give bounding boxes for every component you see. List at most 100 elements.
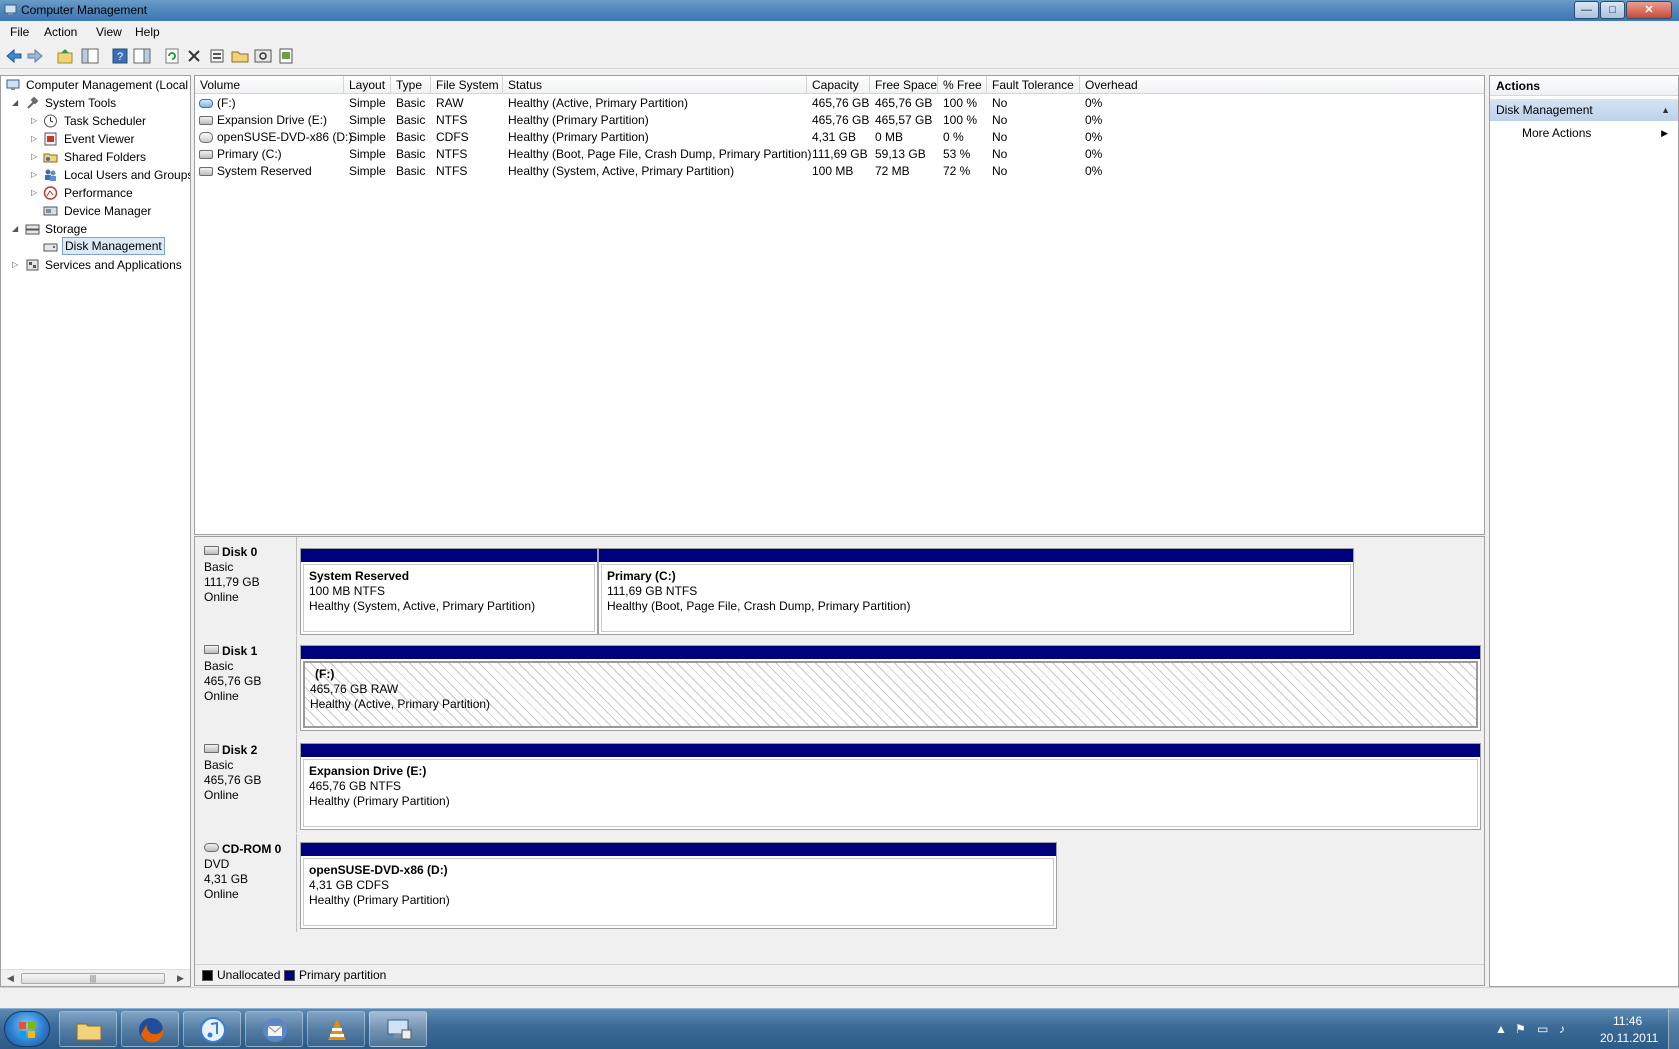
column-header-overhead[interactable]: Overhead — [1080, 76, 1484, 94]
partition-opensuse-d[interactable]: openSUSE-DVD-x86 (D:) 4,31 GB CDFS Healt… — [300, 842, 1057, 929]
expand-icon[interactable]: ▷ — [31, 130, 39, 148]
column-header-fault-tolerance[interactable]: Fault Tolerance — [987, 76, 1080, 94]
cell-status: Healthy (System, Active, Primary Partiti… — [508, 164, 735, 178]
cell-volume: openSUSE-DVD-x86 (D:) — [217, 130, 353, 144]
column-header-layout[interactable]: Layout — [344, 76, 391, 94]
drive-icon — [199, 116, 213, 125]
close-button[interactable]: ✕ — [1626, 1, 1672, 19]
collapse-up-icon[interactable]: ▲ — [1661, 99, 1670, 121]
primary-partition-bar — [301, 744, 1480, 757]
column-header-type[interactable]: Type — [391, 76, 431, 94]
column-header-capacity[interactable]: Capacity — [807, 76, 870, 94]
submenu-arrow-icon[interactable]: ▶ — [1661, 124, 1668, 142]
actions-title: Actions — [1490, 76, 1678, 96]
column-header-free-space[interactable]: Free Space — [870, 76, 938, 94]
clock-date[interactable]: 20.11.2011 — [1600, 1031, 1658, 1045]
partition-body: (F:) 465,76 GB RAW Healthy (Active, Prim… — [303, 661, 1478, 728]
partition-title: Expansion Drive (E:) — [309, 764, 427, 778]
partition-f[interactable]: (F:) 465,76 GB RAW Healthy (Active, Prim… — [300, 645, 1481, 731]
action-center-flag-icon[interactable]: ⚑ — [1515, 1022, 1526, 1036]
network-icon[interactable]: ▭ — [1537, 1022, 1548, 1036]
table-row[interactable]: (F:) Simple Basic RAW Healthy (Active, Prima… — [195, 95, 1484, 112]
show-hide-tree-icon[interactable] — [80, 47, 100, 65]
collapse-icon[interactable]: ◢ — [12, 94, 20, 112]
partition-system-reserved[interactable]: System Reserved 100 MB NTFS Healthy (Sys… — [300, 548, 598, 635]
cell-status: Healthy (Primary Partition) — [508, 113, 649, 127]
cell-pct-free: 0 % — [943, 130, 964, 144]
firefox-icon — [139, 1018, 164, 1043]
up-icon[interactable] — [55, 47, 75, 65]
scroll-right-icon[interactable]: ▶ — [177, 973, 184, 984]
disk-label[interactable]: Disk 2 Basic 465,76 GB Online — [195, 735, 297, 833]
partition-size: 465,76 GB RAW — [310, 682, 399, 696]
tree-label: Disk Management — [62, 237, 165, 255]
cell-overhead: 0% — [1085, 96, 1103, 110]
expand-icon[interactable]: ▷ — [31, 184, 39, 202]
forward-icon[interactable] — [25, 47, 45, 65]
taskbar-explorer[interactable] — [59, 1011, 117, 1047]
table-row[interactable]: Primary (C:) Simple Basic NTFS Healthy (Boot… — [195, 146, 1484, 163]
drive-icon — [199, 99, 213, 108]
column-header-volume[interactable]: Volume — [195, 76, 344, 94]
show-hidden-icons-icon[interactable]: ▲ — [1495, 1022, 1507, 1036]
expand-icon[interactable]: ▷ — [31, 148, 39, 166]
maximize-button[interactable]: □ — [1600, 1, 1625, 19]
tree-label: Task Scheduler — [64, 114, 147, 128]
partition-expansion-e[interactable]: Expansion Drive (E:) 465,76 GB NTFS Heal… — [300, 743, 1481, 830]
clock-time[interactable]: 11:46 — [1613, 1014, 1642, 1028]
disk-size: 111,79 GB — [204, 575, 260, 589]
volume-icon[interactable]: ♪ — [1559, 1022, 1565, 1036]
partition-body: Primary (C:) 111,69 GB NTFS Healthy (Boo… — [601, 564, 1351, 632]
properties-icon[interactable] — [207, 47, 227, 65]
taskbar-firefox[interactable] — [121, 1011, 179, 1047]
disk-row-2: Disk 2 Basic 465,76 GB Online Expansion … — [195, 735, 1484, 833]
disk-size: 465,76 GB — [204, 773, 262, 787]
column-header-status[interactable]: Status — [503, 76, 807, 94]
disk-label[interactable]: Disk 0 Basic 111,79 GB Online — [195, 537, 297, 635]
taskbar-thunderbird[interactable] — [245, 1011, 303, 1047]
delete-icon[interactable] — [184, 47, 204, 65]
disk-label[interactable]: CD-ROM 0 DVD 4,31 GB Online — [195, 834, 297, 932]
column-header-pct-free[interactable]: % Free — [938, 76, 987, 94]
expand-icon[interactable]: ▷ — [31, 112, 39, 130]
cell-file-system: NTFS — [436, 147, 468, 161]
minimize-button[interactable]: — — [1574, 1, 1599, 19]
start-button[interactable] — [4, 1011, 50, 1047]
expand-icon[interactable]: ▷ — [12, 256, 20, 274]
more-actions-link[interactable]: More Actions — [1522, 124, 1591, 142]
menu-view[interactable]: View — [96, 25, 122, 39]
partition-primary-c[interactable]: Primary (C:) 111,69 GB NTFS Healthy (Boo… — [598, 548, 1354, 635]
actions-pane: Actions Disk Management ▲ More Actions ▶ — [1489, 75, 1679, 987]
column-header-file-system[interactable]: File System — [431, 76, 503, 94]
collapse-icon[interactable]: ◢ — [12, 220, 20, 238]
horizontal-scrollbar[interactable]: ◀ ||| ▶ — [1, 969, 190, 986]
show-desktop-button[interactable] — [1668, 1009, 1679, 1049]
menu-bar: File Action View Help — [0, 21, 1679, 44]
disk-management-icon — [43, 243, 58, 252]
refresh-icon[interactable] — [162, 47, 182, 65]
menu-help[interactable]: Help — [135, 25, 160, 39]
export-icon[interactable] — [276, 47, 296, 65]
taskbar-vlc[interactable] — [307, 1011, 365, 1047]
disk-label[interactable]: Disk 1 Basic 465,76 GB Online — [195, 636, 297, 734]
taskbar-computer-management[interactable] — [369, 1011, 427, 1047]
table-row[interactable]: System Reserved Simple Basic NTFS Healthy (S… — [195, 163, 1484, 180]
help-icon[interactable]: ? — [110, 47, 130, 65]
cell-pct-free: 53 % — [943, 147, 971, 161]
menu-action[interactable]: Action — [44, 25, 77, 39]
disk-type: Basic — [204, 560, 234, 574]
scroll-thumb[interactable]: ||| — [21, 973, 165, 984]
table-row[interactable]: openSUSE-DVD-x86 (D:) Simple Basic CDFS Heal… — [195, 129, 1484, 146]
section-label: Disk Management — [1496, 103, 1593, 117]
cell-free-space: 0 MB — [875, 130, 904, 144]
scroll-left-icon[interactable]: ◀ — [7, 973, 14, 984]
show-hide-action-icon[interactable] — [132, 47, 152, 65]
table-row[interactable]: Expansion Drive (E:) Simple Basic NTFS Healt… — [195, 112, 1484, 129]
open-icon[interactable] — [230, 47, 250, 65]
taskbar-itunes[interactable] — [183, 1011, 241, 1047]
actions-section-disk-management[interactable]: Disk Management ▲ — [1490, 99, 1678, 121]
back-icon[interactable] — [4, 47, 24, 65]
search-icon[interactable] — [253, 47, 273, 65]
expand-icon[interactable]: ▷ — [31, 166, 39, 184]
menu-file[interactable]: File — [10, 25, 29, 39]
